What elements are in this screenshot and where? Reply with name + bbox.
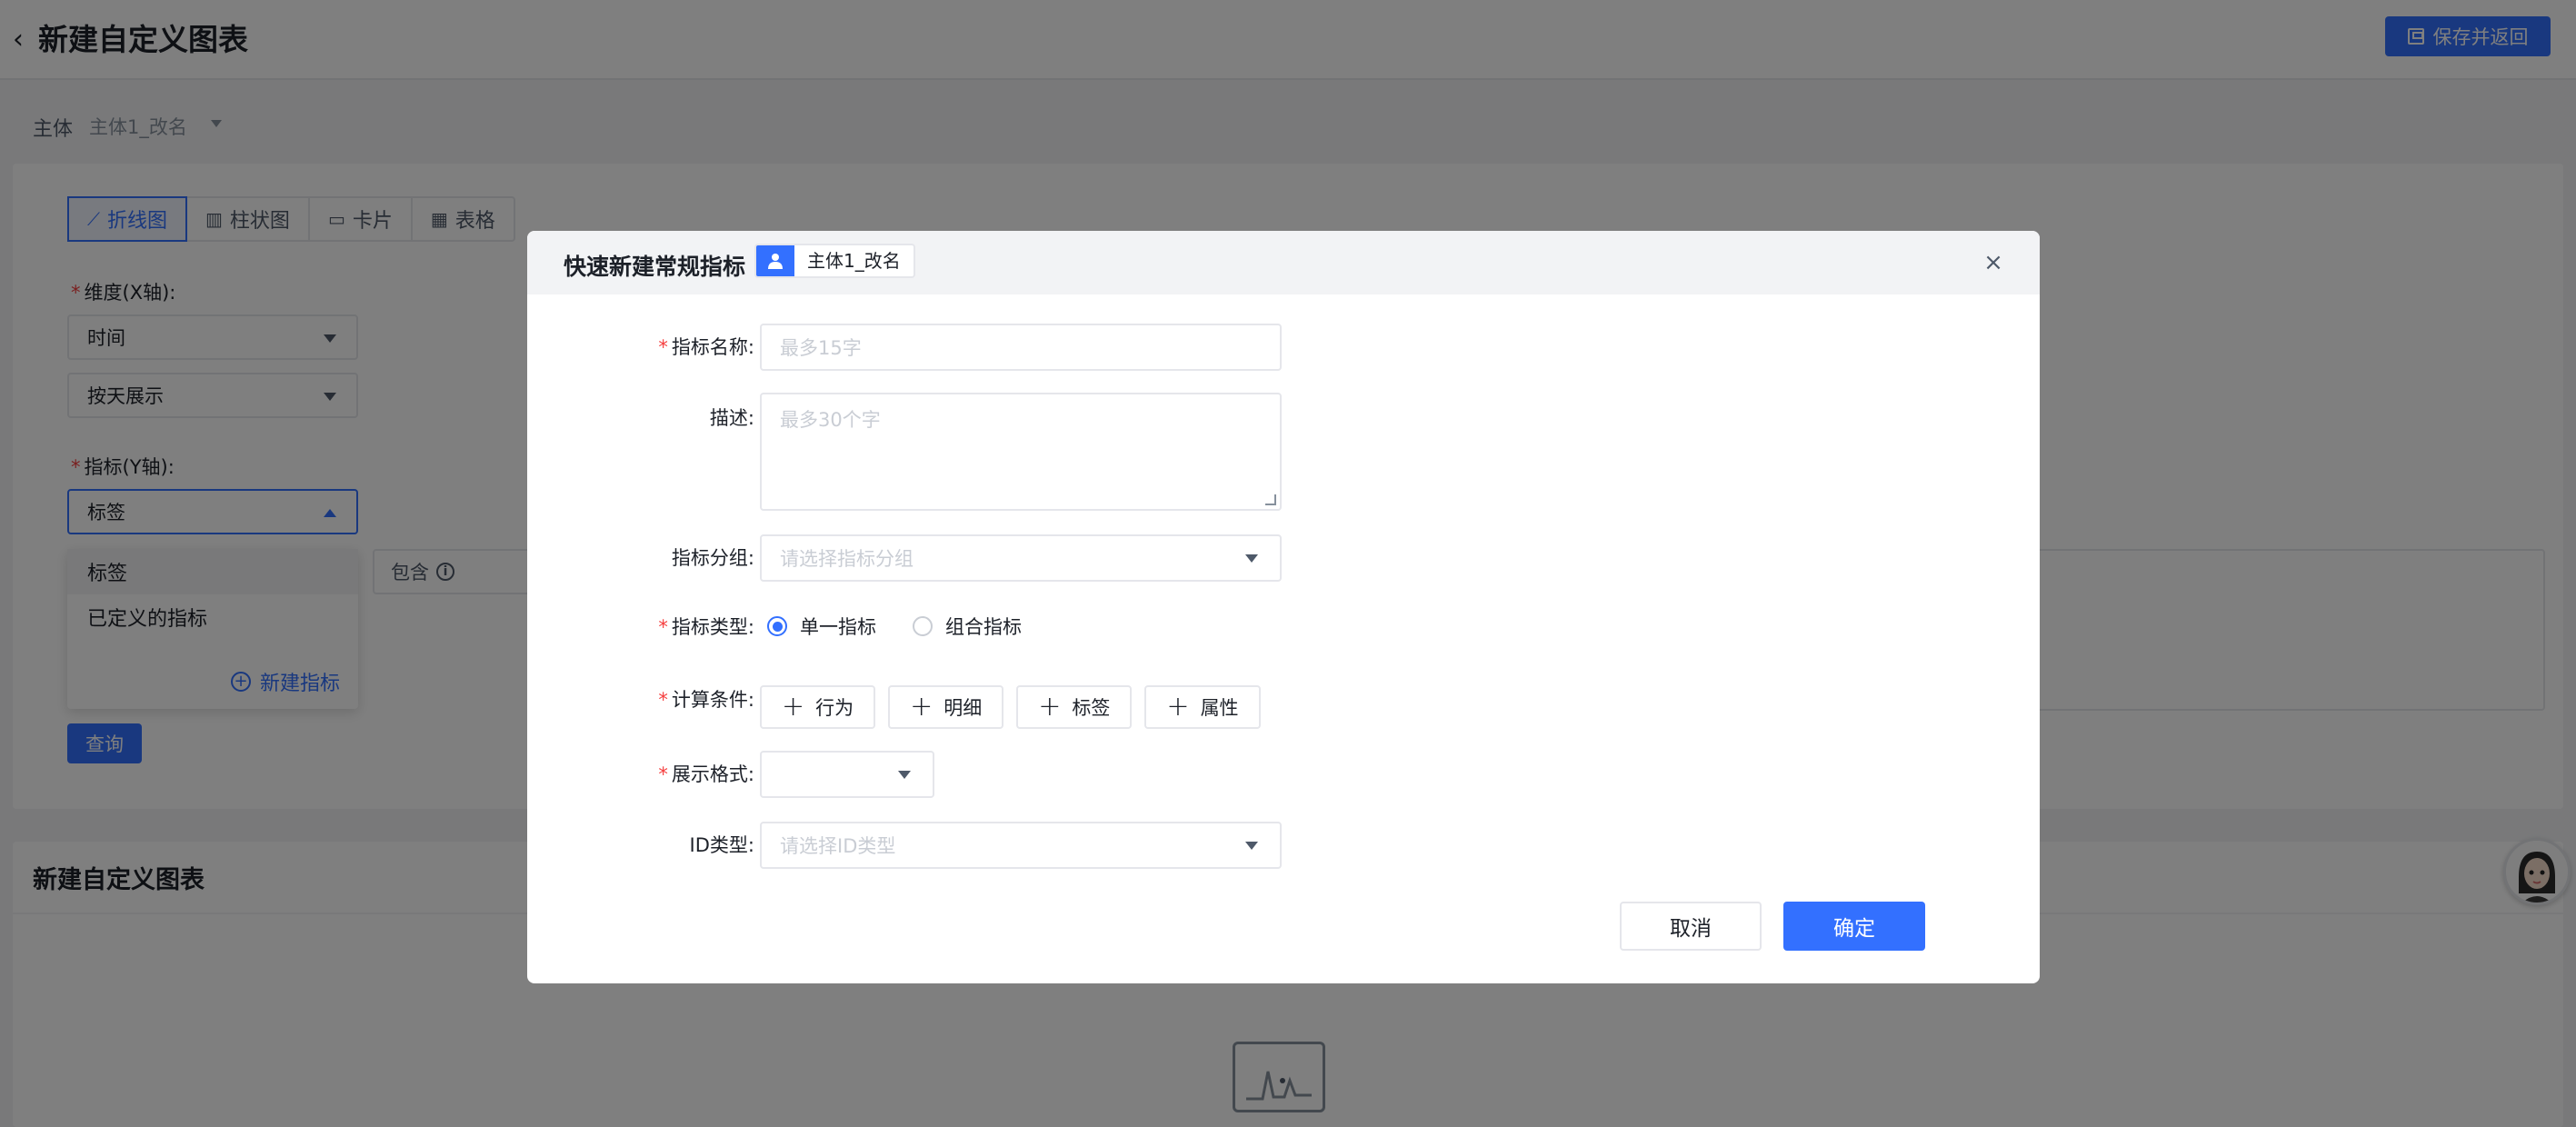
plus-icon: + [1038,691,1062,723]
caret-down-icon [898,771,911,779]
caret-down-icon [1245,842,1258,850]
radio-label-single[interactable]: 单一指标 [800,613,876,640]
calc-condition-buttons: + 行为 + 明细 + 标签 + 属性 [760,685,1261,729]
modal-title: 快速新建常规指标 [564,254,746,280]
resize-handle-icon[interactable] [1265,494,1276,505]
cancel-button[interactable]: 取消 [1620,902,1762,951]
confirm-button[interactable]: 确定 [1783,902,1925,951]
add-tag-button[interactable]: + 标签 [1016,685,1133,729]
plus-icon: + [1166,691,1190,723]
metric-group-select[interactable]: 请选择指标分组 [760,534,1282,582]
required-mark: * [658,689,668,711]
metric-name-label: * 指标名称: [658,336,754,358]
metric-name-input[interactable]: 最多15字 [760,324,1282,371]
add-detail-button[interactable]: + 明细 [888,685,1004,729]
id-type-label: ID类型: [689,834,754,856]
description-placeholder: 最多30个字 [780,409,881,431]
radio-combined-metric[interactable] [913,616,933,636]
description-textarea[interactable]: 最多30个字 [760,393,1282,511]
user-icon [756,245,794,276]
calc-condition-label: * 计算条件: [658,689,754,711]
required-mark: * [658,336,668,358]
plus-icon: + [910,691,934,723]
display-format-label: * 展示格式: [658,763,754,785]
metric-group-label: 指标分组: [671,547,754,569]
quick-create-metric-modal: 快速新建常规指标 主体1_改名 × * 指标名称: 最多15字 描述: 最多30个… [527,231,2040,983]
caret-down-icon [1245,554,1258,563]
id-type-placeholder: 请选择ID类型 [780,835,896,857]
metric-type-radio-group: 单一指标 组合指标 [767,613,1022,640]
metric-type-label: * 指标类型: [658,616,754,638]
metric-name-placeholder: 最多15字 [780,337,862,359]
subject-tag-label: 主体1_改名 [807,250,901,272]
add-behavior-button[interactable]: + 行为 [760,685,876,729]
metric-group-placeholder: 请选择指标分组 [780,548,914,570]
plus-icon: + [782,691,805,723]
add-attribute-button[interactable]: + 属性 [1144,685,1261,729]
required-mark: * [658,616,668,638]
description-label: 描述: [709,407,754,429]
radio-single-metric[interactable] [767,616,787,636]
modal-header: 快速新建常规指标 主体1_改名 × [527,231,2040,294]
radio-label-combined[interactable]: 组合指标 [945,613,1022,640]
display-format-select[interactable] [760,751,934,798]
required-mark: * [658,763,668,785]
close-icon[interactable]: × [1982,251,2005,274]
id-type-select[interactable]: 请选择ID类型 [760,822,1282,869]
subject-tag: 主体1_改名 [754,244,915,278]
